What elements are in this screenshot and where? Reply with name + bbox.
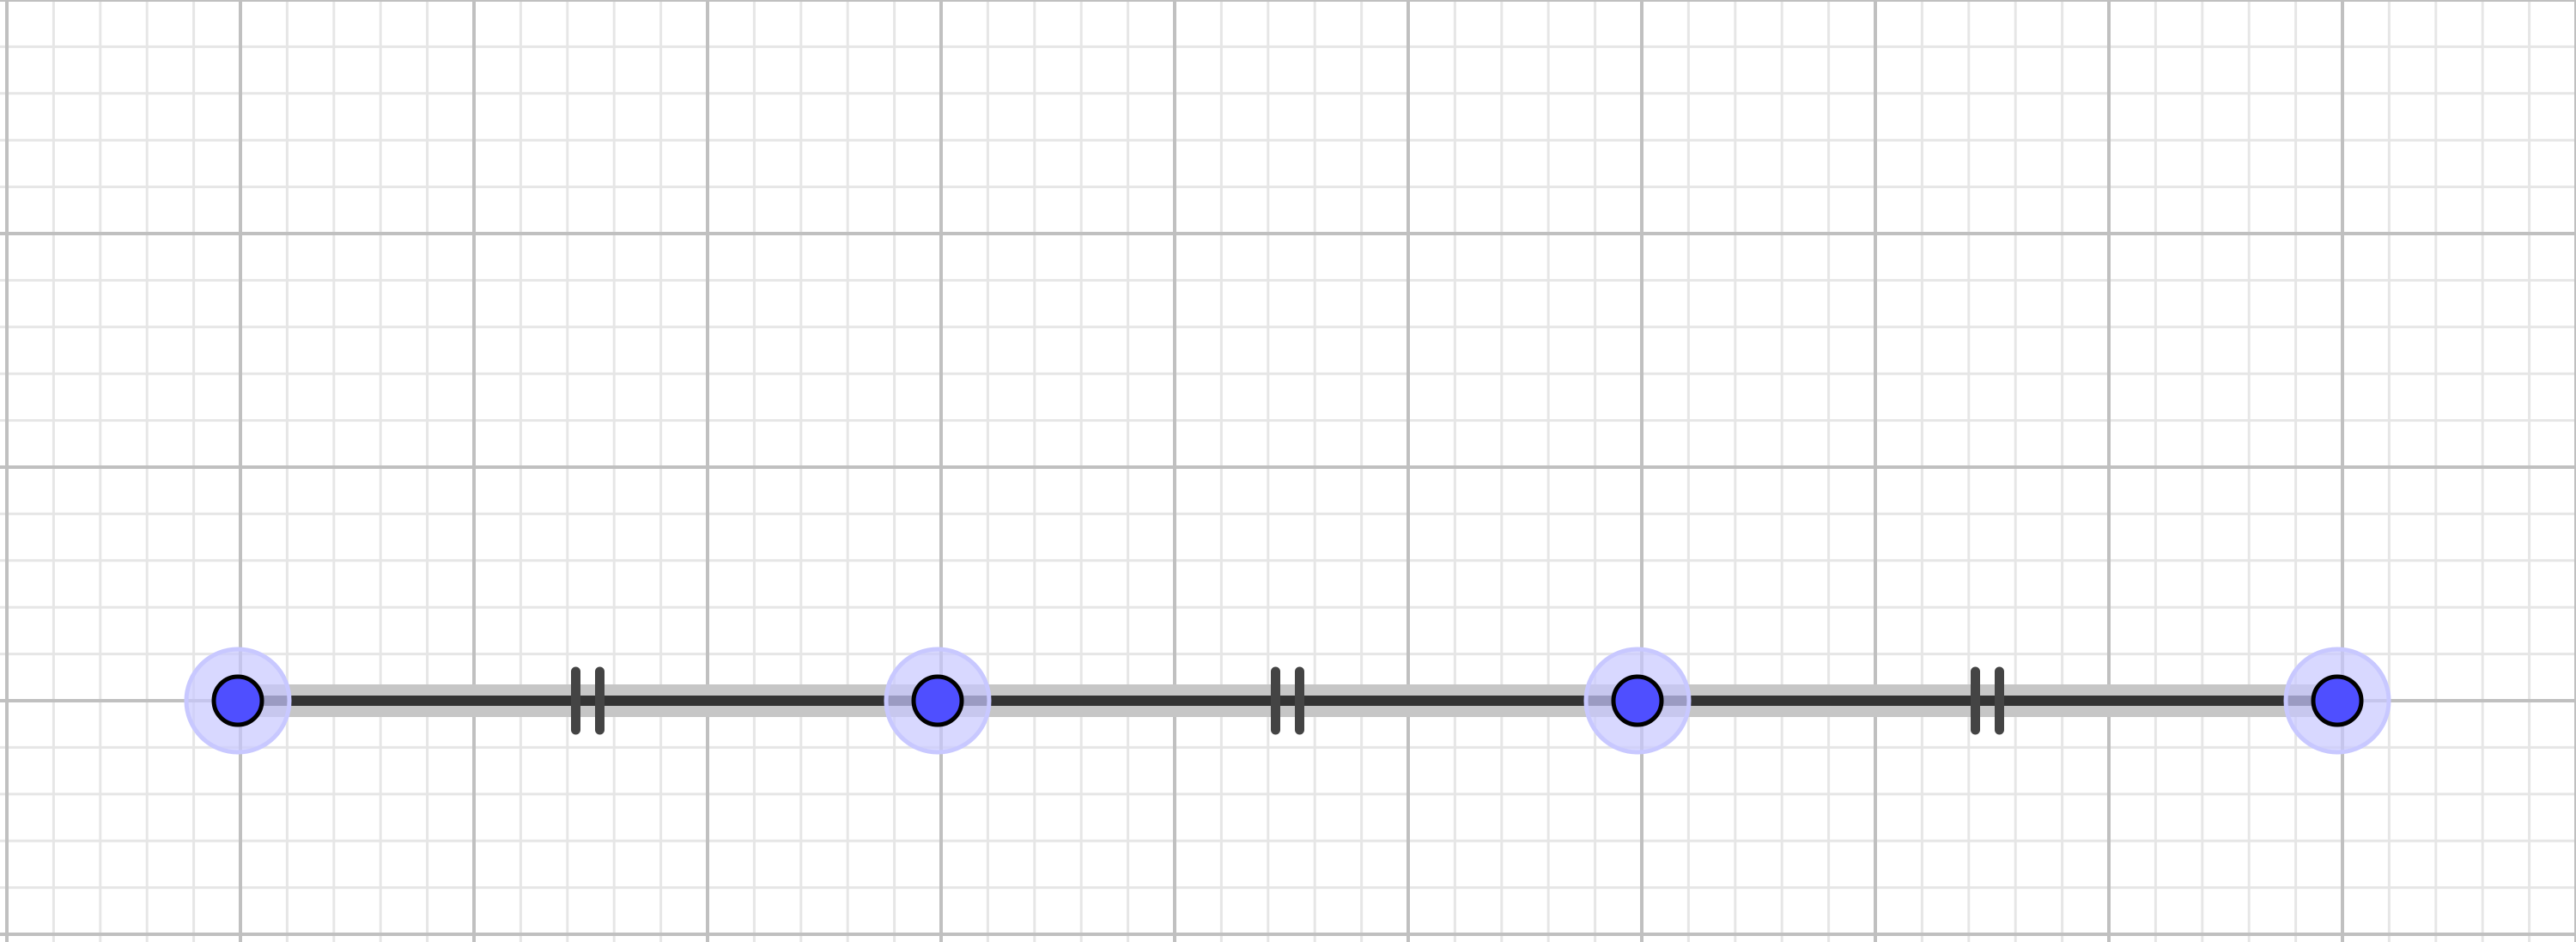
point-3[interactable] [1611, 674, 1664, 727]
point-1[interactable] [211, 674, 264, 727]
geometry-canvas[interactable] [0, 0, 2576, 942]
point-2[interactable] [911, 674, 964, 727]
point-4[interactable] [2311, 674, 2364, 727]
